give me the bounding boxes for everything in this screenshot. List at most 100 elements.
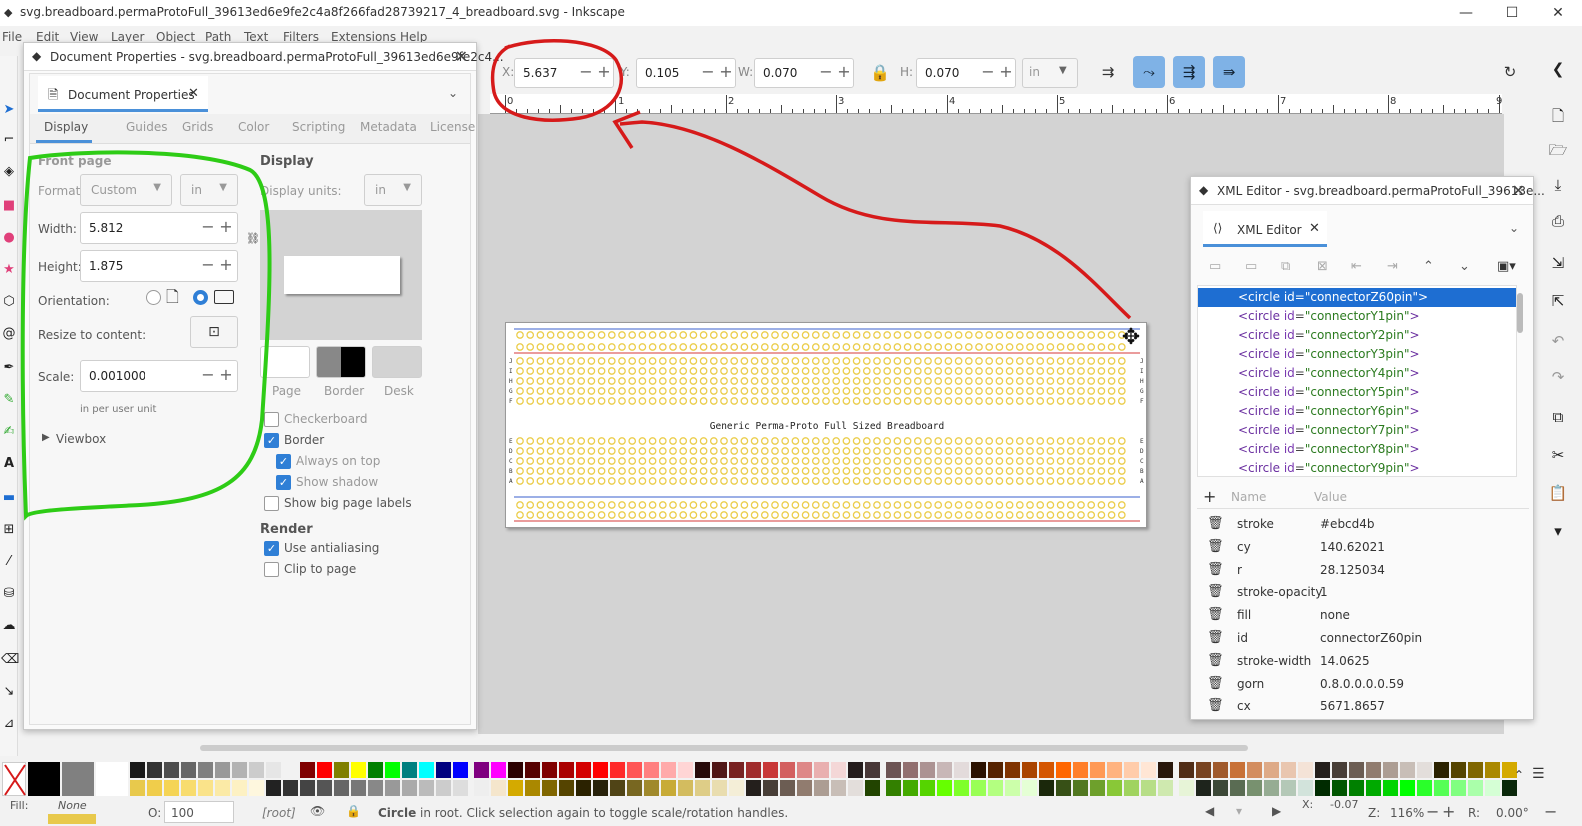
- delete-attribute-icon[interactable]: 🗑: [1207, 539, 1224, 554]
- color-swatch[interactable]: [814, 762, 829, 778]
- lower-node-icon[interactable]: ⌄: [1459, 259, 1470, 274]
- color-swatch[interactable]: [848, 780, 863, 796]
- color-swatch[interactable]: [1383, 762, 1398, 778]
- color-swatch[interactable]: [1039, 780, 1054, 796]
- close-tab-icon[interactable]: ✕: [1309, 221, 1320, 236]
- w-input[interactable]: [761, 65, 821, 81]
- color-swatch[interactable]: [436, 780, 451, 796]
- scale-increment[interactable]: +: [217, 365, 235, 384]
- color-swatch[interactable]: [903, 762, 918, 778]
- color-swatch[interactable]: [1141, 762, 1156, 778]
- color-swatch[interactable]: [1298, 762, 1313, 778]
- close-dialog-button[interactable]: ✕: [455, 47, 468, 66]
- color-swatch[interactable]: [1090, 780, 1105, 796]
- format-unit-select[interactable]: in ▼: [180, 174, 238, 206]
- color-swatch[interactable]: [249, 762, 264, 778]
- tab-display[interactable]: Display: [44, 120, 88, 134]
- delete-node-icon[interactable]: ⊠: [1317, 259, 1328, 274]
- color-swatch[interactable]: [1332, 762, 1347, 778]
- attribute-value[interactable]: 140.62021: [1320, 540, 1385, 554]
- undo-icon[interactable]: ↶: [1546, 332, 1570, 356]
- measure-tool-icon[interactable]: ⊿: [1, 716, 17, 732]
- chevron-down-icon[interactable]: ⌄: [448, 86, 458, 100]
- copy-icon[interactable]: ⧉: [1546, 408, 1570, 432]
- color-swatch[interactable]: [62, 762, 94, 796]
- dropper-tool-icon[interactable]: ⁄: [1, 554, 17, 570]
- color-swatch[interactable]: [1468, 780, 1483, 796]
- color-swatch[interactable]: [1434, 780, 1449, 796]
- tab-scripting[interactable]: Scripting: [292, 120, 345, 134]
- width-decrement[interactable]: −: [199, 217, 217, 236]
- selector-tool-icon[interactable]: ➤: [1, 102, 17, 118]
- color-swatch[interactable]: [1005, 762, 1020, 778]
- circle-tool-icon[interactable]: ●: [1, 230, 17, 246]
- color-swatch[interactable]: [474, 780, 489, 796]
- attribute-value[interactable]: #ebcd4b: [1320, 517, 1375, 531]
- fill-value[interactable]: None: [58, 799, 87, 812]
- color-swatch[interactable]: [954, 762, 969, 778]
- color-swatch[interactable]: [1247, 762, 1262, 778]
- save-icon[interactable]: ⤓: [1546, 176, 1570, 200]
- 3dbox-tool-icon[interactable]: ⬡: [1, 294, 17, 310]
- color-swatch[interactable]: [729, 780, 744, 796]
- color-swatch[interactable]: [1264, 762, 1279, 778]
- x-field[interactable]: − +: [514, 58, 614, 88]
- color-swatch[interactable]: [1502, 780, 1517, 796]
- attribute-value[interactable]: 5671.8657: [1320, 699, 1385, 713]
- visibility-icon[interactable]: 👁: [310, 804, 325, 818]
- connector-tool-icon[interactable]: ↘: [1, 684, 17, 700]
- color-swatch[interactable]: [525, 762, 540, 778]
- chevron-up-icon[interactable]: ⌃: [1514, 768, 1524, 782]
- color-swatch[interactable]: [593, 780, 608, 796]
- scale-field[interactable]: − +: [80, 360, 238, 392]
- xml-node[interactable]: <circle id="connectorY6pin">: [1198, 402, 1516, 421]
- always-on-top-checkbox[interactable]: ✓: [276, 454, 291, 469]
- import-icon[interactable]: ⇲: [1546, 254, 1570, 278]
- tab-license[interactable]: License: [430, 120, 475, 134]
- color-swatch[interactable]: [780, 762, 795, 778]
- height-decrement[interactable]: −: [199, 255, 217, 274]
- attribute-row[interactable]: 🗑 r 28.125034: [1197, 559, 1531, 582]
- snap-toggle-icon[interactable]: ↻: [1494, 56, 1526, 88]
- y-decrement[interactable]: −: [699, 62, 717, 81]
- color-swatch[interactable]: [576, 780, 591, 796]
- color-swatch[interactable]: [198, 762, 213, 778]
- w-increment[interactable]: +: [835, 62, 853, 81]
- color-swatch[interactable]: [644, 762, 659, 778]
- attribute-row[interactable]: 🗑 stroke-opacity 1: [1197, 581, 1531, 604]
- color-swatch[interactable]: [988, 780, 1003, 796]
- page-color-button[interactable]: [260, 346, 310, 378]
- paste-icon[interactable]: 📋: [1546, 484, 1570, 508]
- xml-node[interactable]: <circle id="connectorY9pin">: [1198, 459, 1516, 476]
- zoom-in-icon[interactable]: +: [1442, 802, 1455, 821]
- attribute-row[interactable]: 🗑 id connectorZ60pin: [1197, 627, 1531, 650]
- color-swatch[interactable]: [283, 762, 298, 778]
- color-swatch[interactable]: [351, 780, 366, 796]
- opacity-field[interactable]: 100: [164, 801, 234, 823]
- color-swatch[interactable]: [729, 762, 744, 778]
- color-swatch[interactable]: [712, 780, 727, 796]
- color-swatch[interactable]: [402, 762, 417, 778]
- color-swatch[interactable]: [1022, 762, 1037, 778]
- color-swatch[interactable]: [610, 762, 625, 778]
- color-swatch[interactable]: [971, 762, 986, 778]
- color-swatch[interactable]: [780, 780, 795, 796]
- layout-menu-icon[interactable]: ▣▾: [1497, 259, 1516, 274]
- close-window-button[interactable]: ✕: [1535, 2, 1581, 24]
- no-paint-swatch[interactable]: [2, 762, 26, 796]
- xml-node-tree[interactable]: <circle id="connectorZ60pin"> <circle id=…: [1197, 285, 1517, 477]
- color-swatch[interactable]: [1158, 780, 1173, 796]
- color-swatch[interactable]: [1039, 762, 1054, 778]
- color-swatch[interactable]: [1485, 762, 1500, 778]
- color-swatch[interactable]: [814, 780, 829, 796]
- delete-attribute-icon[interactable]: 🗑: [1207, 584, 1224, 599]
- attribute-row[interactable]: 🗑 fill none: [1197, 604, 1531, 627]
- color-swatch[interactable]: [181, 780, 196, 796]
- text-tool-icon[interactable]: A: [1, 456, 17, 472]
- color-swatch[interactable]: [266, 780, 281, 796]
- color-swatch[interactable]: [954, 780, 969, 796]
- color-swatch[interactable]: [937, 762, 952, 778]
- color-swatch[interactable]: [525, 780, 540, 796]
- y-field[interactable]: − +: [636, 58, 736, 88]
- calligraphy-tool-icon[interactable]: ✍: [1, 424, 17, 440]
